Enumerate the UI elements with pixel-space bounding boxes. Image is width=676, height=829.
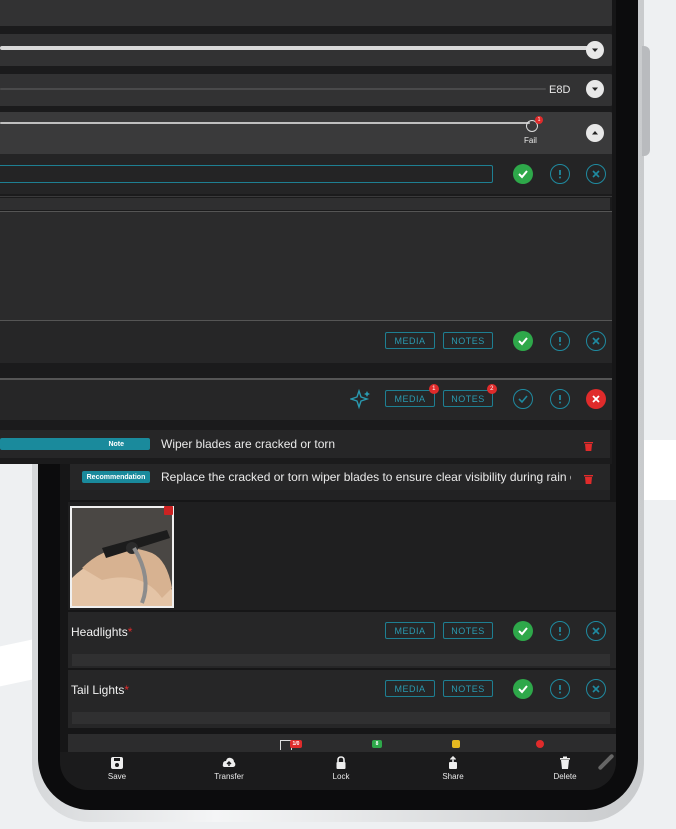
share-button[interactable]: Share xyxy=(423,756,483,781)
check-icon xyxy=(518,627,528,636)
note-text: Wiper blades are cracked or torn xyxy=(161,437,336,451)
section-row-2[interactable] xyxy=(0,34,612,66)
lock-button[interactable]: Lock xyxy=(311,756,371,781)
section-row-3-code: E8D xyxy=(549,84,571,96)
divider xyxy=(0,196,612,197)
exclamation-icon xyxy=(559,395,561,404)
empty-content-area xyxy=(0,212,612,320)
headlights-media-button[interactable]: MEDIA xyxy=(385,622,435,639)
item-b-media-button[interactable]: MEDIA xyxy=(385,332,435,349)
media-thumbnail[interactable] xyxy=(70,506,174,608)
x-icon xyxy=(592,685,600,693)
wipers-media-button[interactable]: MEDIA 1 xyxy=(385,384,439,407)
headlights-label: Headlights* xyxy=(71,625,133,639)
section-row-2-progress xyxy=(0,46,592,50)
recommendation-text: Replace the cracked or torn wiper blades… xyxy=(161,470,571,484)
check-icon xyxy=(518,337,528,346)
item-b-pass-button[interactable] xyxy=(513,331,533,351)
section-row-2-chevron-down-icon[interactable] xyxy=(586,41,604,59)
tail-lights-fail-button[interactable] xyxy=(586,679,606,699)
item-b-notes-button[interactable]: NOTES xyxy=(443,332,493,349)
wipers-notes-button[interactable]: NOTES 2 xyxy=(443,384,497,407)
headlights-warning-button[interactable] xyxy=(550,621,570,641)
section-row-4-progress xyxy=(0,122,530,124)
note-delete-icon[interactable] xyxy=(584,438,593,456)
summary-warning-count: 1/0 xyxy=(290,740,302,748)
summary-pass-count: 8 xyxy=(372,740,382,748)
share-label: Share xyxy=(442,772,464,781)
tail-lights-media-button[interactable]: MEDIA xyxy=(385,680,435,697)
section-row-3-chevron-down-icon[interactable] xyxy=(586,80,604,98)
wipers-media-label: MEDIA xyxy=(394,393,426,404)
tail-lights-label: Tail Lights* xyxy=(71,683,130,697)
cloud-upload-icon xyxy=(222,757,236,767)
save-icon xyxy=(111,757,123,769)
headlights-notes-button[interactable]: NOTES xyxy=(443,622,493,639)
tail-lights-notes-strip xyxy=(72,712,610,724)
headlights-fail-button[interactable] xyxy=(586,621,606,641)
check-icon xyxy=(518,685,528,694)
section-summary-row xyxy=(68,734,616,754)
transfer-button[interactable]: Transfer xyxy=(199,756,259,781)
delete-label: Delete xyxy=(553,772,577,781)
media-delete-icon[interactable] xyxy=(164,506,173,515)
summary-caution-dot xyxy=(452,740,460,748)
x-icon xyxy=(592,395,600,403)
recommendation-tag: Recommendation xyxy=(82,471,150,483)
tail-lights-warning-button[interactable] xyxy=(550,679,570,699)
item-a-input[interactable] xyxy=(0,165,493,183)
x-icon xyxy=(592,170,600,178)
section-row-4[interactable] xyxy=(0,112,612,154)
item-a-pass-button[interactable] xyxy=(513,164,533,184)
note-tag: Note xyxy=(0,438,150,450)
save-button[interactable]: Save xyxy=(87,756,147,781)
tail-lights-notes-button[interactable]: NOTES xyxy=(443,680,493,697)
share-icon xyxy=(449,756,457,769)
wipers-media-badge: 1 xyxy=(429,384,439,394)
trash-icon xyxy=(560,756,570,769)
exclamation-icon xyxy=(559,627,561,636)
item-a-notes-strip xyxy=(0,198,610,210)
wiper-blade-photo xyxy=(72,508,172,606)
wipers-warning-button[interactable] xyxy=(550,389,570,409)
headlights-notes-strip xyxy=(72,654,610,666)
x-icon xyxy=(592,337,600,345)
exclamation-icon xyxy=(559,337,561,346)
lock-label: Lock xyxy=(332,772,350,781)
section-row-4-chevron-up-icon[interactable] xyxy=(586,124,604,142)
check-icon xyxy=(518,170,528,179)
exclamation-icon xyxy=(559,170,561,179)
item-b-fail-button[interactable] xyxy=(586,331,606,351)
fail-count-badge: 1 xyxy=(535,116,543,124)
item-a-warning-button[interactable] xyxy=(550,164,570,184)
ai-sparkle-icon[interactable] xyxy=(348,388,372,411)
wipers-pass-button[interactable] xyxy=(513,389,533,409)
bottom-action-bar: Save Transfer Lock Share Delete xyxy=(60,752,616,790)
tablet-side-button xyxy=(642,46,650,156)
recommendation-delete-icon[interactable] xyxy=(584,471,593,489)
x-icon xyxy=(592,627,600,635)
zoomed-inspection-panel: E8D 1 Fail MEDIA NOTES MEDIA 1 NOTES 2 N… xyxy=(0,0,612,464)
item-a-fail-button[interactable] xyxy=(586,164,606,184)
section-row-1 xyxy=(0,0,612,26)
wipers-fail-button[interactable] xyxy=(586,389,606,409)
item-b-warning-button[interactable] xyxy=(550,331,570,351)
section-row-3-progress xyxy=(0,88,546,90)
transfer-label: Transfer xyxy=(214,772,244,781)
wipers-notes-badge: 2 xyxy=(487,384,497,394)
fail-status-label: Fail xyxy=(524,136,537,145)
delete-button[interactable]: Delete xyxy=(535,756,595,781)
tail-lights-pass-button[interactable] xyxy=(513,679,533,699)
section-row-3[interactable] xyxy=(0,74,612,106)
fail-status-icon: 1 xyxy=(526,116,543,132)
exclamation-icon xyxy=(559,685,561,694)
save-label: Save xyxy=(107,772,127,781)
check-icon xyxy=(518,395,528,404)
summary-fail-dot xyxy=(536,740,544,748)
headlights-pass-button[interactable] xyxy=(513,621,533,641)
lock-icon xyxy=(336,756,346,769)
wipers-notes-label: NOTES xyxy=(451,393,485,404)
